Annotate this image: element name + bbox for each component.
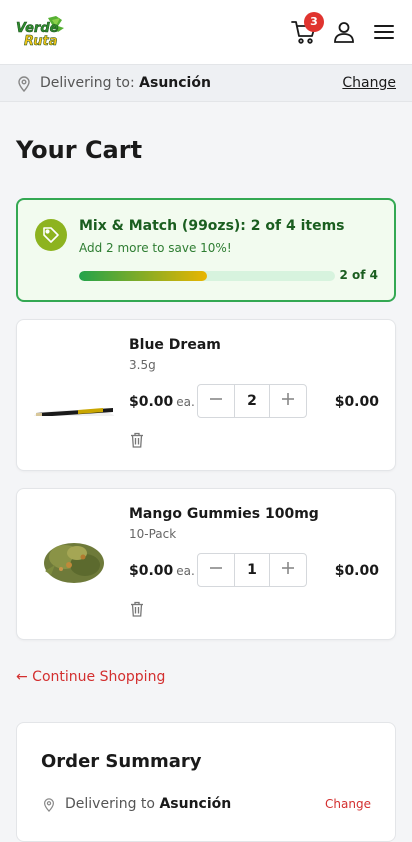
quantity-stepper: 1 — [197, 553, 307, 587]
quantity-value[interactable]: 2 — [234, 385, 270, 417]
location-pin-icon — [44, 798, 54, 813]
trash-icon — [131, 601, 143, 617]
tag-icon — [43, 227, 59, 243]
decrease-quantity-button[interactable] — [198, 554, 234, 586]
line-total: $0.00 — [334, 394, 379, 410]
summary-delivery-city: Asunción — [159, 796, 232, 812]
minus-icon — [210, 567, 222, 569]
remove-item-button[interactable] — [130, 601, 144, 617]
promo-subtitle: Add 2 more to save 10%! — [79, 241, 232, 255]
site-header: Verde Ruta 3 — [0, 0, 412, 65]
summary-change-location-link[interactable]: Change — [325, 797, 371, 811]
plus-icon — [282, 562, 294, 574]
promo-title: Mix & Match (99ozs): 2 of 4 items — [79, 218, 345, 234]
change-location-link[interactable]: Change — [342, 75, 396, 91]
order-summary-title: Order Summary — [41, 751, 202, 772]
promo-badge — [35, 219, 67, 251]
increase-quantity-button[interactable] — [270, 385, 306, 417]
menu-button[interactable] — [372, 21, 396, 43]
quantity-stepper: 2 — [197, 384, 307, 418]
mix-match-promo-banner: Mix & Match (99ozs): 2 of 4 items Add 2 … — [16, 198, 396, 302]
continue-shopping-link[interactable]: ← Continue Shopping — [16, 669, 165, 685]
promo-progress-label: 2 of 4 — [339, 268, 378, 282]
remove-item-button[interactable] — [130, 432, 144, 448]
quantity-value[interactable]: 1 — [234, 554, 270, 586]
product-image[interactable] — [33, 505, 115, 585]
hamburger-menu-icon — [374, 25, 394, 39]
svg-text:Ruta: Ruta — [24, 34, 58, 49]
unit-price: $0.00 ea. — [129, 394, 195, 410]
cart-item: Blue Dream 3.5g $0.00 ea. 2 $0.00 — [16, 319, 396, 471]
delivery-city: Asunción — [139, 75, 211, 91]
increase-quantity-button[interactable] — [270, 554, 306, 586]
location-pin-icon — [18, 76, 30, 92]
order-summary-card: Order Summary Delivering to Asunción Cha… — [16, 722, 396, 842]
delivery-location-bar: Delivering to: Asunción Change — [0, 65, 412, 102]
product-name[interactable]: Mango Gummies 100mg — [129, 506, 319, 522]
page-title: Your Cart — [16, 136, 143, 164]
trash-icon — [131, 432, 143, 448]
unit-price: $0.00 ea. — [129, 563, 195, 579]
user-icon — [334, 22, 354, 43]
plus-icon — [282, 393, 294, 405]
cart-count-badge: 3 — [304, 12, 324, 32]
promo-progress-fill — [79, 271, 207, 281]
product-image[interactable] — [33, 336, 115, 422]
brand-logo[interactable]: Verde Ruta — [14, 14, 68, 50]
minus-icon — [210, 398, 222, 400]
account-button[interactable] — [332, 20, 356, 44]
line-total: $0.00 — [334, 563, 379, 579]
product-variant: 3.5g — [129, 358, 156, 372]
promo-progress-bar — [79, 271, 335, 281]
summary-delivery-text: Delivering to Asunción — [65, 796, 232, 812]
product-variant: 10-Pack — [129, 527, 177, 541]
cart-item: Mango Gummies 100mg 10-Pack $0.00 ea. 1 $… — [16, 488, 396, 640]
product-name[interactable]: Blue Dream — [129, 337, 221, 353]
delivery-location-text: Delivering to: Asunción — [40, 75, 211, 91]
decrease-quantity-button[interactable] — [198, 385, 234, 417]
